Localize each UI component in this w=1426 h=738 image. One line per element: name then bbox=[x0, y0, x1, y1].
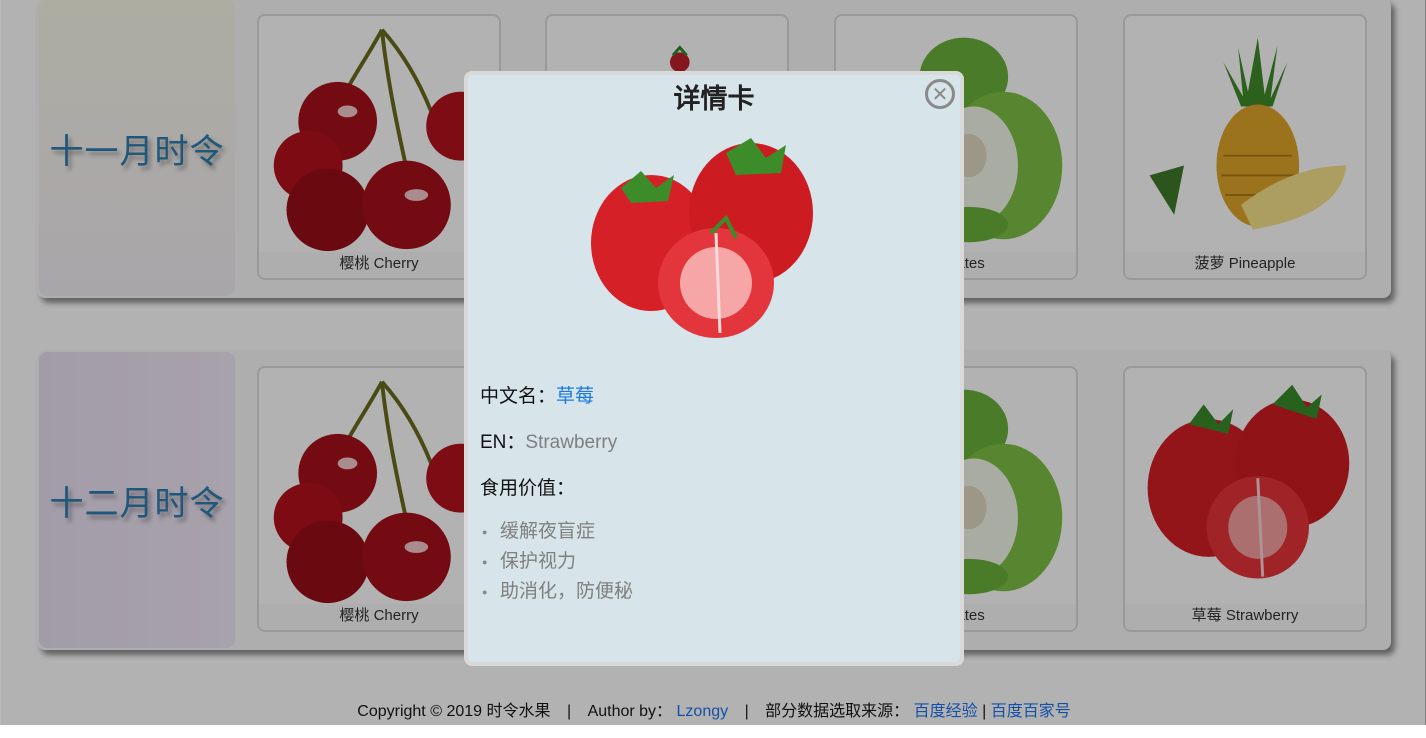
divider: | bbox=[744, 703, 749, 720]
modal-title: 详情卡 bbox=[673, 84, 755, 114]
author-link[interactable]: Lzongy bbox=[677, 703, 729, 720]
chinese-name-label: 中文名： bbox=[480, 386, 557, 407]
english-name-row: EN：Strawberry bbox=[480, 427, 617, 454]
chinese-name-value: 草莓 bbox=[556, 386, 595, 407]
author-label: Author by： bbox=[587, 703, 673, 720]
english-name-label: EN： bbox=[480, 432, 526, 453]
list-item: 助消化，防便秘 bbox=[482, 577, 633, 607]
chinese-name-row: 中文名：草莓 bbox=[480, 381, 594, 408]
english-name-value: Strawberry bbox=[525, 432, 618, 453]
edible-value-label: 食用价值： bbox=[480, 478, 576, 499]
link-separator: | bbox=[982, 703, 987, 720]
detail-card-modal: 详情卡 ✕ 中文名：草莓 EN：Strawberry 食用价值： 缓解夜盲症 保… bbox=[464, 71, 964, 666]
edible-value-list: 缓解夜盲症 保护视力 助消化，防便秘 bbox=[480, 517, 633, 607]
divider: | bbox=[566, 703, 572, 720]
source-link-baidu-jingyan[interactable]: 百度经验 bbox=[914, 703, 978, 720]
source-label: 部分数据选取来源： bbox=[765, 703, 910, 720]
footer: Copyright © 2019 时令水果 | Author by： Lzong… bbox=[1, 700, 1426, 724]
list-item: 保护视力 bbox=[482, 547, 633, 577]
year-text: 2019 时令水果 bbox=[446, 703, 551, 720]
copyright-icon: © bbox=[430, 703, 442, 720]
list-item: 缓解夜盲症 bbox=[482, 517, 633, 547]
close-button[interactable]: ✕ bbox=[925, 79, 955, 109]
copyright-text: Copyright bbox=[357, 703, 426, 720]
strawberry-image bbox=[591, 138, 813, 338]
page: 十一月时令 樱桃 Cherry dates 菠萝 Pineapple 十二月时令… bbox=[0, 0, 1426, 725]
close-icon: ✕ bbox=[931, 83, 949, 106]
source-link-baidu-baijiahao[interactable]: 百度百家号 bbox=[991, 703, 1071, 720]
